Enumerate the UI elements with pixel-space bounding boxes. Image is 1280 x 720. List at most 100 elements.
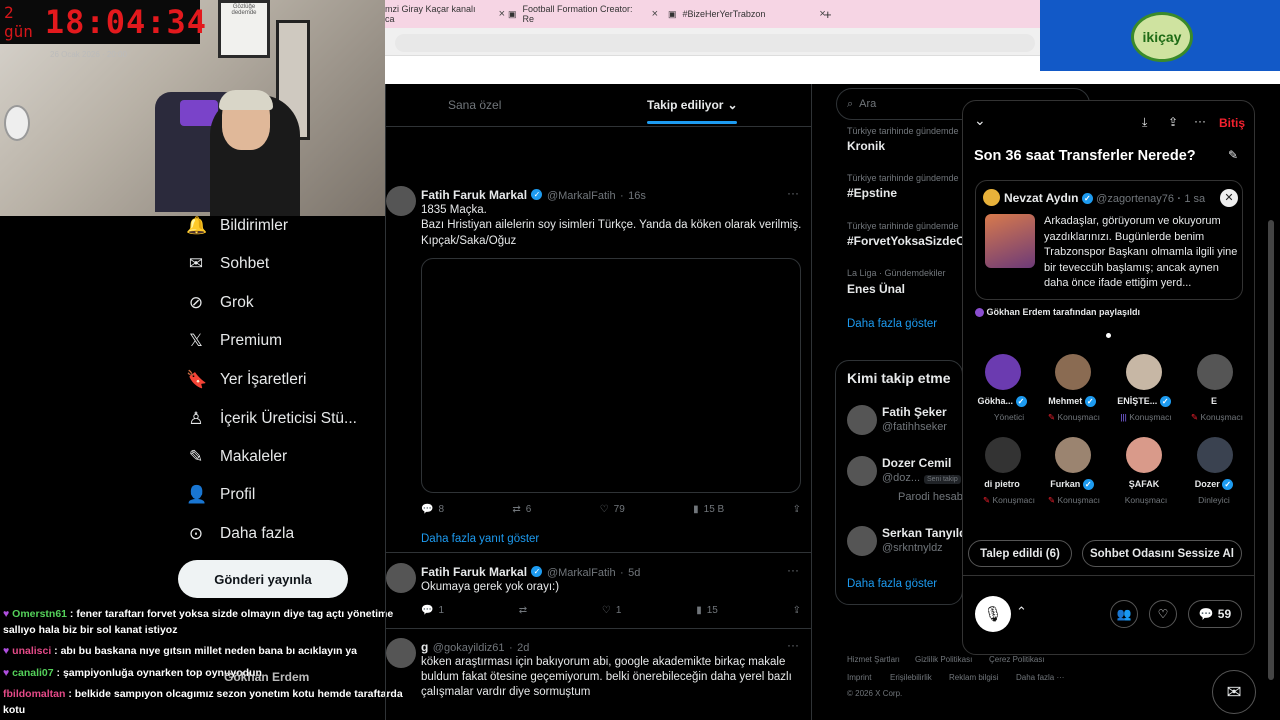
author-name[interactable]: g xyxy=(421,640,428,654)
reply-icon: 💬 xyxy=(421,605,434,616)
nav-articles[interactable]: ✎ Makaleler xyxy=(186,438,287,476)
views-button[interactable]: ▮ 15 B xyxy=(693,504,724,515)
participant[interactable] xyxy=(1126,437,1162,473)
trend-item[interactable]: #Epstine xyxy=(847,186,897,200)
participant[interactable] xyxy=(1055,354,1091,390)
nav-bookmarks[interactable]: 🔖 Yer İşaretleri xyxy=(186,361,306,399)
nav-label: Bildirimler xyxy=(220,217,289,234)
tweet-text: çalışmalar vardır diye sormuştum xyxy=(421,686,591,698)
views-button[interactable]: ▮ 15 xyxy=(696,605,718,616)
nav-premium[interactable]: 𝕏 Premium xyxy=(186,322,282,360)
close-icon[interactable]: ✕ xyxy=(1220,189,1238,207)
share-button[interactable]: ⇪ xyxy=(793,605,801,616)
participant[interactable] xyxy=(985,437,1021,473)
avatar[interactable] xyxy=(847,456,877,486)
nav-grok[interactable]: ⊘ Grok xyxy=(186,284,254,322)
avatar xyxy=(1197,437,1233,473)
more-icon[interactable]: ··· xyxy=(1194,114,1206,128)
tweet-media[interactable] xyxy=(421,258,801,493)
react-button[interactable]: ♡ xyxy=(1149,600,1177,628)
share-button[interactable]: ⇪ xyxy=(793,504,801,515)
tab-for-you[interactable]: Sana özel xyxy=(448,84,501,126)
like-button[interactable]: ♡ 79 xyxy=(600,504,625,515)
nav-notifications[interactable]: 🔔 Bildirimler xyxy=(186,207,288,245)
reply-button[interactable]: 💬 1 xyxy=(421,605,444,616)
grok-icon: ⊘ xyxy=(188,293,204,312)
like-button[interactable]: ♡ 1 xyxy=(602,605,622,616)
scrollbar[interactable] xyxy=(1268,220,1274,680)
browser-tab[interactable]: mzi Giray Kaçar kanalı ca × xyxy=(385,0,505,28)
close-icon[interactable]: × xyxy=(652,8,658,20)
nav-creator-studio[interactable]: ♙ İçerik Üreticisi Stü... xyxy=(186,400,357,438)
mute-space-button[interactable]: Sohbet Odasını Sessize Al xyxy=(1082,540,1242,567)
footer-link[interactable]: Imprint xyxy=(847,673,871,682)
close-icon[interactable]: × xyxy=(499,8,505,20)
participant[interactable] xyxy=(1197,437,1233,473)
author-handle[interactable]: @gokayildiz61 xyxy=(433,642,505,654)
avatar xyxy=(983,189,1000,206)
participant[interactable] xyxy=(1055,437,1091,473)
reply-button[interactable]: 💬 8 xyxy=(421,504,444,515)
follow-name[interactable]: Serkan Tanyıld xyxy=(882,526,966,540)
reply-icon: 💬 xyxy=(421,504,434,515)
participant-role: ✎ Konuşmacı xyxy=(1047,412,1101,422)
chevron-up-icon[interactable]: ⌃ xyxy=(1016,604,1027,620)
end-space-button[interactable]: Bitiş xyxy=(1219,116,1245,130)
trend-item[interactable]: Enes Ünal xyxy=(847,282,905,296)
new-tab-button[interactable]: + xyxy=(824,0,832,28)
author-name[interactable]: Fatih Faruk Markal xyxy=(421,565,527,579)
share-icon[interactable]: ⇪ xyxy=(1168,115,1178,129)
show-more-link[interactable]: Daha fazla göster xyxy=(847,318,937,330)
more-icon[interactable]: ··· xyxy=(787,563,799,577)
tweet-text: 1835 Maçka. xyxy=(421,204,487,216)
trend-item[interactable]: #ForvetYoksaSizdeOl xyxy=(847,234,962,248)
participant[interactable] xyxy=(1126,354,1162,390)
avatar[interactable] xyxy=(847,526,877,556)
follow-name[interactable]: Fatih Şeker xyxy=(882,405,947,419)
verified-icon: ✓ xyxy=(1222,479,1234,491)
nav-profile[interactable]: 👤 Profil xyxy=(186,476,255,514)
tab-following[interactable]: Takip ediliyor ⌄ xyxy=(647,84,738,126)
comments-button[interactable]: 💬 59 xyxy=(1188,600,1242,628)
footer-link[interactable]: Erişilebilirlik xyxy=(890,673,932,682)
post-button[interactable]: Gönderi yayınla xyxy=(178,560,348,598)
pinned-author-name: Nevzat Aydın xyxy=(1004,191,1079,205)
avatar[interactable] xyxy=(386,186,416,216)
mic-button[interactable]: 🎙 xyxy=(975,596,1011,632)
footer-link[interactable]: Gizlilik Politikası xyxy=(915,655,972,664)
repost-button[interactable]: ⇄ 6 xyxy=(512,504,531,515)
avatar[interactable] xyxy=(386,638,416,668)
avatar[interactable] xyxy=(847,405,877,435)
address-bar[interactable] xyxy=(395,34,1035,52)
browser-tab[interactable]: ▣ Football Formation Creator: Re × xyxy=(508,0,658,28)
trend-item[interactable]: Kronik xyxy=(847,139,885,153)
show-more-replies[interactable]: Daha fazla yanıt göster xyxy=(421,533,539,545)
more-icon[interactable]: ··· xyxy=(787,638,799,652)
chevron-down-icon[interactable]: ⌄ xyxy=(974,112,986,129)
browser-tab[interactable]: ▣ #BizeHerYerTrabzon × xyxy=(668,0,826,28)
edit-icon[interactable]: ✎ xyxy=(1228,148,1238,162)
author-handle[interactable]: @MarkalFatih xyxy=(547,567,616,579)
more-icon[interactable]: ··· xyxy=(787,186,799,200)
tab-underline xyxy=(647,121,737,124)
avatar[interactable] xyxy=(386,563,416,593)
follow-handle: @fatihhseker xyxy=(882,421,947,433)
messages-button[interactable]: ✉ xyxy=(1212,670,1256,714)
show-more-link[interactable]: Daha fazla göster xyxy=(847,578,937,590)
participant[interactable] xyxy=(985,354,1021,390)
author-name[interactable]: Fatih Faruk Markal xyxy=(421,188,527,202)
nav-chat[interactable]: ✉ Sohbet xyxy=(186,245,269,283)
author-handle[interactable]: @MarkalFatih xyxy=(547,190,616,202)
participant[interactable] xyxy=(1197,354,1233,390)
follow-name[interactable]: Dozer Cemil xyxy=(882,456,951,470)
clock-time: 18:04:34 xyxy=(44,3,208,41)
footer-link[interactable]: Hizmet Şartları xyxy=(847,655,900,664)
people-button[interactable]: 👥 xyxy=(1110,600,1138,628)
footer-link[interactable]: Çerez Politikası xyxy=(989,655,1045,664)
repost-button[interactable]: ⇄ xyxy=(519,605,527,616)
footer-link[interactable]: Daha fazla ··· xyxy=(1016,673,1064,682)
nav-more[interactable]: ⊙ Daha fazla xyxy=(186,515,294,553)
requests-button[interactable]: Talep edildi (6) xyxy=(968,540,1072,567)
minimize-icon[interactable]: ⤓ xyxy=(1142,115,1147,130)
footer-link[interactable]: Reklam bilgisi xyxy=(949,673,998,682)
